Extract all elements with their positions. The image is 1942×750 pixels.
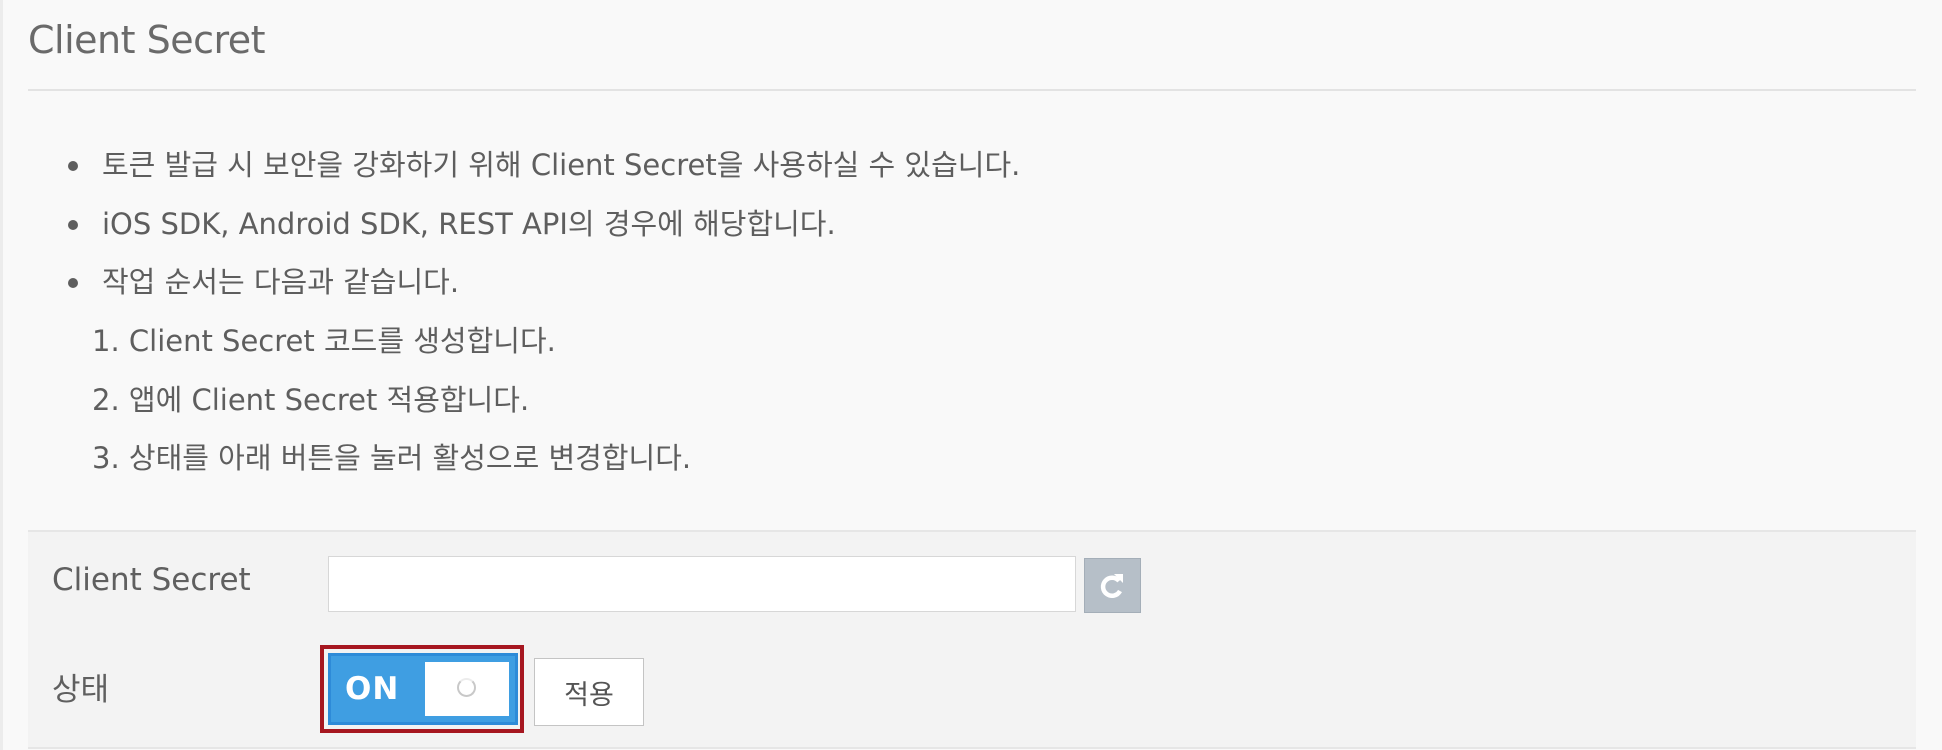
loading-spinner-icon <box>457 678 476 697</box>
settings-form: Client Secret 상태 ON 적용 <box>28 530 1916 749</box>
toggle-on-label: ON <box>345 671 400 707</box>
refresh-secret-button[interactable] <box>1084 558 1141 613</box>
step-item: 1. Client Secret 코드를 생성합니다. <box>92 324 556 358</box>
refresh-icon <box>1100 573 1123 598</box>
status-label: 상태 <box>52 672 110 708</box>
bullet-item: 작업 순서는 다음과 같습니다. <box>60 257 1020 316</box>
section-title: Client Secret <box>28 18 266 62</box>
step-item: 3. 상태를 아래 버튼을 눌러 활성으로 변경합니다. <box>92 441 692 475</box>
bullet-text: 토큰 발급 시 보안을 강화하기 위해 Client Secret을 사용하실 … <box>102 148 1021 182</box>
title-divider <box>28 89 1916 91</box>
apply-button[interactable]: 적용 <box>534 658 644 726</box>
info-bullet-list: 토큰 발급 시 보안을 강화하기 위해 Client Secret을 사용하실 … <box>60 140 1020 316</box>
steps-list: 1. Client Secret 코드를 생성합니다. 2. 앱에 Client… <box>92 316 691 492</box>
bullet-dot <box>68 161 78 171</box>
bullet-dot <box>68 278 78 288</box>
toggle-knob <box>425 662 509 716</box>
step-item: 2. 앱에 Client Secret 적용합니다. <box>92 382 530 417</box>
bullet-text: iOS SDK, Android SDK, REST API의 경우에 해당합니… <box>102 206 836 241</box>
bullet-text: 작업 순서는 다음과 같습니다. <box>102 265 460 299</box>
client-secret-label: Client Secret <box>52 562 251 598</box>
client-secret-panel: Client Secret 토큰 발급 시 보안을 강화하기 위해 Client… <box>28 0 1916 750</box>
bullet-item: iOS SDK, Android SDK, REST API의 경우에 해당합니… <box>60 199 1020 258</box>
left-border <box>0 0 3 750</box>
bullet-dot <box>68 219 78 230</box>
client-secret-input[interactable] <box>328 556 1076 612</box>
bullet-item: 토큰 발급 시 보안을 강화하기 위해 Client Secret을 사용하실 … <box>60 140 1020 199</box>
status-toggle[interactable]: ON <box>328 653 518 725</box>
